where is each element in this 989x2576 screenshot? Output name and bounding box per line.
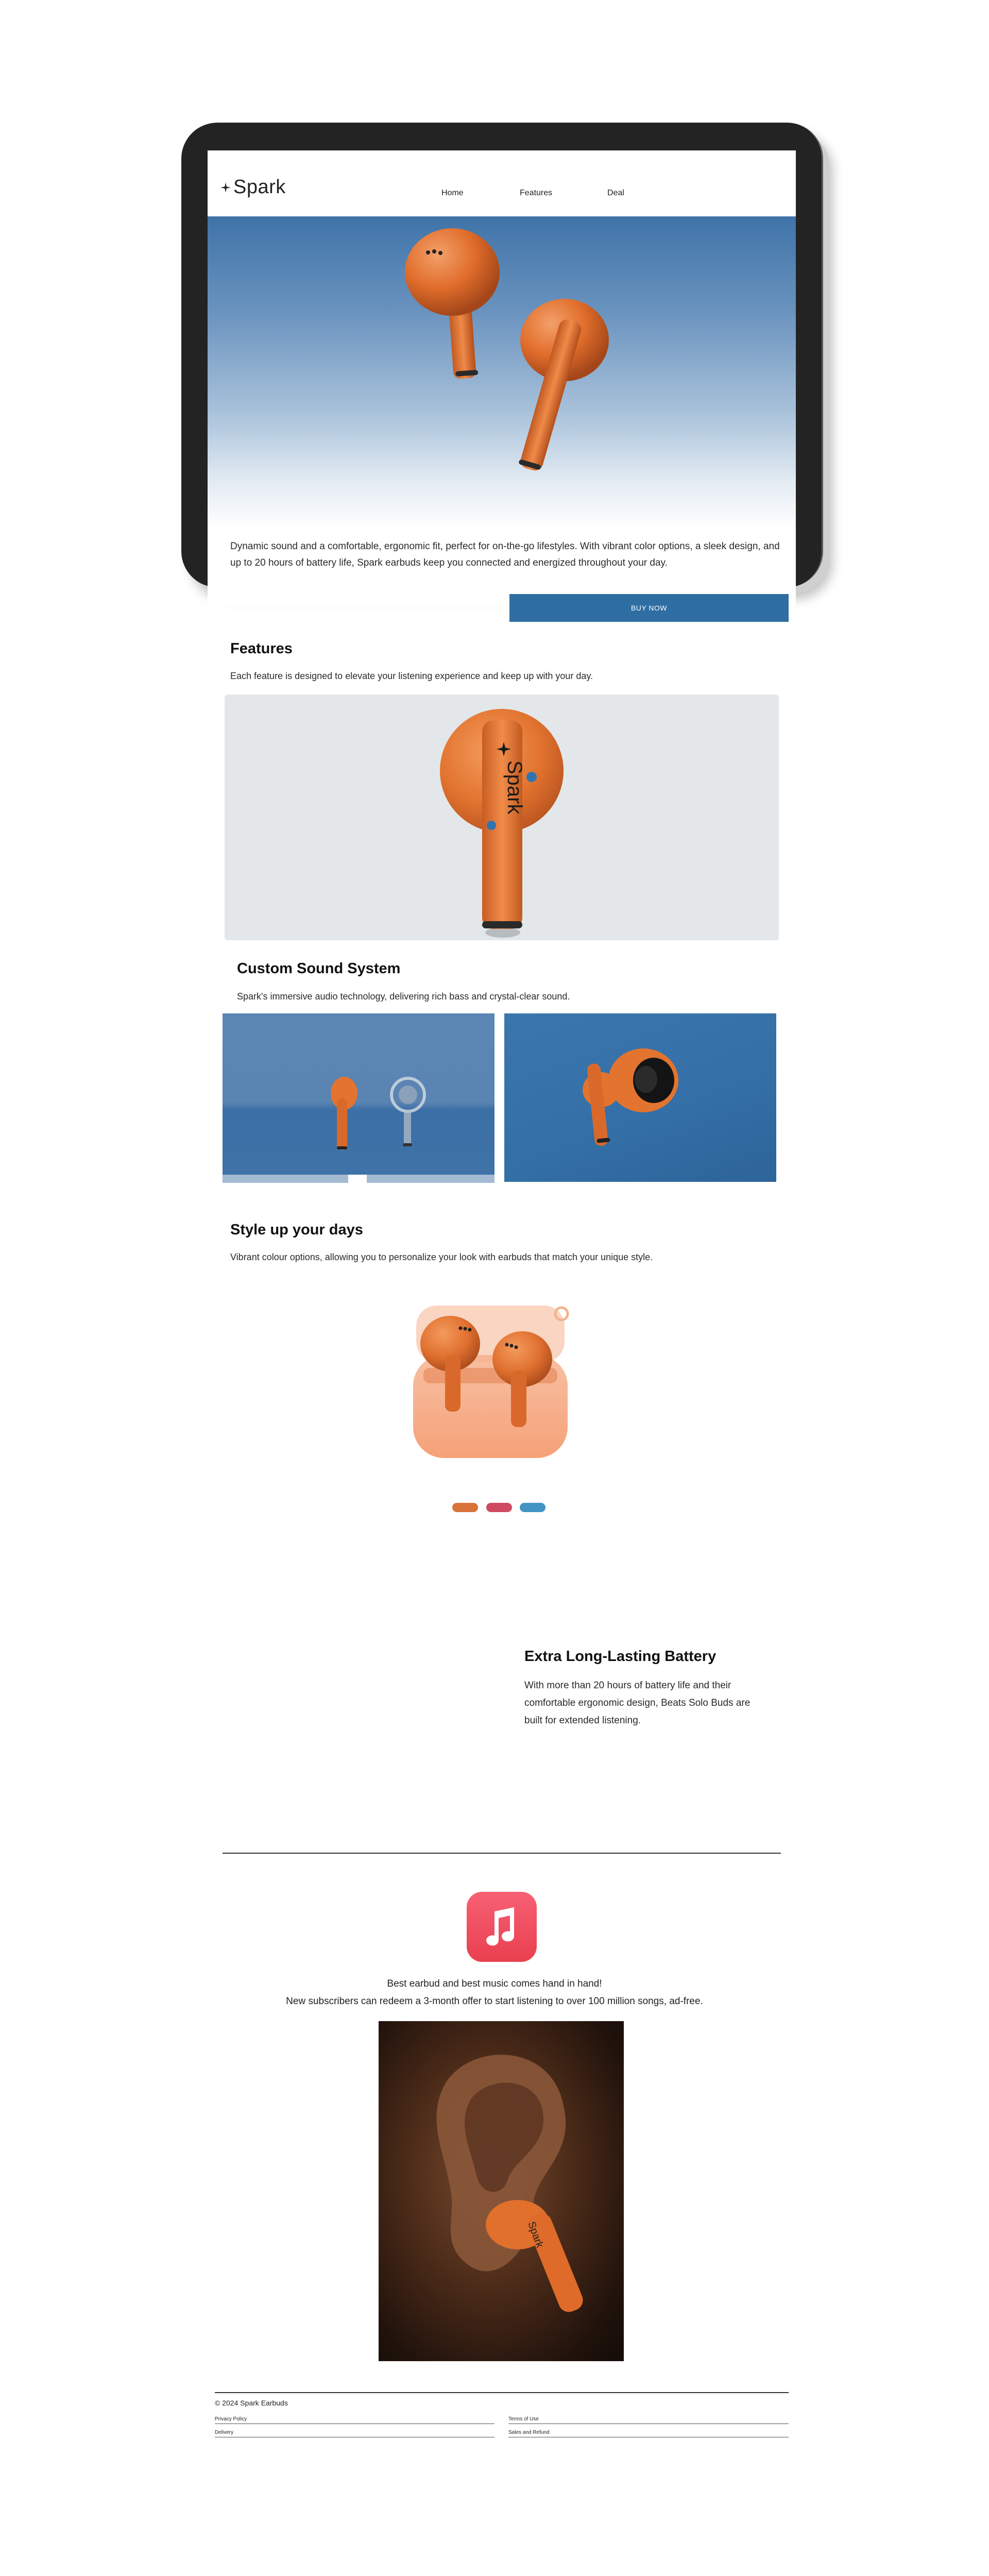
custom-sound-title: Custom Sound System <box>237 960 401 977</box>
style-title: Style up your days <box>230 1222 363 1238</box>
music-line-1: Best earbud and best music comes hand in… <box>387 1978 602 1989</box>
spark-star-icon <box>220 182 231 193</box>
battery-title: Extra Long-Lasting Battery <box>524 1648 717 1665</box>
sound-photo-left <box>223 1013 494 1183</box>
earbud-closeup-image <box>583 1048 678 1146</box>
color-swatch-blue[interactable] <box>520 1503 545 1512</box>
style-subtitle: Vibrant colour options, allowing you to … <box>230 1252 653 1262</box>
nav-home[interactable]: Home <box>441 189 464 198</box>
music-line-2: New subscribers can redeem a 3-month off… <box>286 1996 703 2007</box>
carousel-indicator-right[interactable] <box>367 1175 494 1183</box>
nav-features[interactable]: Features <box>520 189 552 198</box>
footer-link-delivery[interactable]: Delivery <box>215 2430 233 2435</box>
music-note-icon <box>486 1907 515 1946</box>
ear-photo: Spark <box>379 2021 624 2361</box>
footer-divider <box>215 2392 789 2393</box>
carousel-indicator-left[interactable] <box>223 1175 348 1183</box>
battery-line-1: With more than 20 hours of battery life … <box>524 1680 731 1691</box>
features-subtitle: Each feature is designed to elevate your… <box>230 671 593 681</box>
hero-earbuds-image <box>405 228 609 471</box>
section-divider <box>223 1853 781 1854</box>
earbud-and-eartip-image <box>331 1077 426 1150</box>
color-swatch-pink[interactable] <box>486 1503 512 1512</box>
earbuds-case-image <box>413 1306 569 1458</box>
footer-link-terms[interactable]: Terms of Use <box>508 2416 539 2422</box>
sound-photo-right <box>504 1013 776 1182</box>
custom-sound-subtitle: Spark's immersive audio technology, deli… <box>237 991 570 1002</box>
hero-description-line-1: Dynamic sound and a comfortable, ergonom… <box>230 541 780 552</box>
battery-description: With more than 20 hours of battery life … <box>524 1677 750 1730</box>
battery-line-2: comfortable ergonomic design, Beats Solo… <box>524 1698 751 1708</box>
buy-now-button[interactable]: BUY NOW <box>509 594 789 622</box>
footer-link-privacy[interactable]: Privacy Policy <box>215 2416 247 2422</box>
hero-description: Dynamic sound and a comfortable, ergonom… <box>230 538 787 571</box>
nav-deal[interactable]: Deal <box>607 189 624 198</box>
top-nav: Spark Home Features Deal <box>208 150 796 216</box>
hero-description-line-2: up to 20 hours of battery life, Spark ea… <box>230 557 668 568</box>
features-product-panel: Spark <box>225 694 779 940</box>
apple-music-icon[interactable] <box>467 1892 537 1962</box>
color-swatch-orange[interactable] <box>452 1503 478 1512</box>
feature-earbud-image: Spark <box>440 709 564 938</box>
earbud-in-ear-image: Spark <box>436 2055 583 2312</box>
brand-logo[interactable]: Spark <box>220 176 286 198</box>
footer-link-sales-refund[interactable]: Sales and Refund <box>508 2430 550 2435</box>
svg-text:Spark: Spark <box>503 760 526 815</box>
footer-copyright: © 2024 Spark Earbuds <box>215 2399 288 2407</box>
brand-name: Spark <box>233 176 286 198</box>
features-title: Features <box>230 640 293 657</box>
battery-line-3: built for extended listening. <box>524 1715 641 1726</box>
